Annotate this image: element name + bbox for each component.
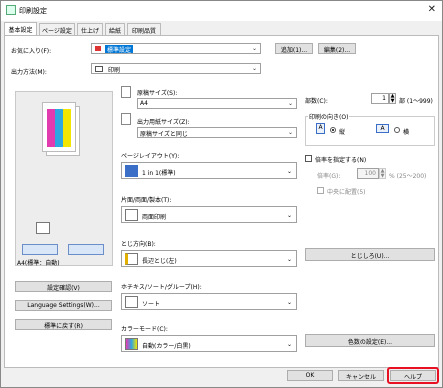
chevron-down-icon: ⌄: [286, 256, 292, 263]
portrait-icon: A: [316, 123, 325, 134]
layout-icon-a[interactable]: [22, 244, 58, 255]
language-settings-button[interactable]: Language Settings(W)...: [15, 300, 112, 311]
copies-unit: 部 (1～999): [399, 98, 433, 105]
printer-icon: [95, 66, 103, 72]
tab-basic-settings[interactable]: 基本設定: [4, 22, 37, 36]
chevron-down-icon: ⌄: [286, 168, 292, 175]
magnification-label: 倍率(G):: [317, 173, 341, 180]
original-size-select[interactable]: A4 ⌄: [137, 98, 297, 109]
preview-stripe-yellow: [63, 109, 71, 147]
preview-page-front: [42, 102, 76, 152]
favorite-icon: [94, 45, 102, 52]
landscape-label: 横: [403, 129, 410, 136]
layout-icon-b[interactable]: [68, 244, 104, 255]
tab-finishing[interactable]: 仕上げ: [77, 23, 103, 35]
duplex-icon: [125, 209, 138, 221]
confirm-settings-button[interactable]: 設定確認(V): [15, 281, 112, 292]
tab-page-settings[interactable]: ページ設定: [39, 23, 75, 35]
binding-value: 長辺とじ(左): [142, 258, 177, 265]
landscape-icon: A: [376, 124, 389, 133]
window-title: 印刷設定: [19, 7, 47, 15]
title-bar: 印刷設定 ✕: [1, 1, 442, 21]
page-preview: A4(標準：自動): [15, 91, 113, 267]
printer-icon: [6, 5, 16, 15]
color-mode-label: カラーモード(C):: [121, 326, 168, 333]
output-paper-size-label: 出力用紙サイズ(Z):: [137, 119, 190, 126]
color-settings-button[interactable]: 色数の設定(E)...: [305, 334, 435, 347]
center-label: 中央に配置(5): [327, 189, 366, 196]
orientation-label: 印刷の向き(O): [308, 112, 350, 121]
original-size-value: A4: [140, 100, 148, 107]
binding-margin-button[interactable]: とじしろ(U)...: [305, 248, 435, 261]
color-auto-icon: [125, 338, 138, 350]
edit-favorite-button[interactable]: 編集(2)...: [318, 43, 356, 54]
page-layout-select[interactable]: 1 in 1(標準) ⌄: [121, 162, 297, 179]
copies-spinner[interactable]: ▲ ▼: [389, 93, 396, 104]
print-settings-window: 印刷設定 ✕ 基本設定 ページ設定 仕上げ 給紙 印刷品質 お気に入り(F): …: [0, 0, 443, 388]
copies-stack-icon: [36, 222, 50, 234]
tab-paper-source[interactable]: 給紙: [105, 23, 125, 35]
color-mode-select[interactable]: 自動(カラー/白黒) ⌄: [121, 335, 297, 352]
output-method-value: 印刷: [108, 67, 121, 74]
magnification-checkbox[interactable]: [305, 155, 312, 162]
portrait-radio[interactable]: [330, 127, 336, 133]
page-layout-label: ページレイアウト(Y):: [121, 153, 180, 160]
binding-select[interactable]: 長辺とじ(左) ⌄: [121, 250, 297, 267]
magnification-checkbox-label: 倍率を指定する(N): [315, 157, 367, 164]
output-paper-icon: [121, 113, 131, 125]
duplex-label: 片面/両面/製本(T):: [121, 197, 172, 204]
output-method-select[interactable]: 印刷 ⌄: [91, 63, 261, 74]
chevron-down-icon: ⌄: [286, 299, 292, 306]
close-icon[interactable]: ✕: [428, 4, 436, 15]
duplex-value: 両面印刷: [142, 214, 167, 221]
center-checkbox[interactable]: [317, 187, 324, 194]
portrait-label: 縦: [339, 129, 346, 136]
chevron-down-icon: ⌄: [251, 45, 257, 52]
favorites-label: お気に入り(F):: [11, 48, 52, 55]
chevron-down-icon: ⌄: [287, 129, 293, 136]
finishing-value: ソート: [142, 301, 161, 308]
preview-stripe-cyan: [55, 109, 63, 147]
output-method-label: 出力方法(M):: [11, 69, 47, 76]
copies-label: 部数(C):: [305, 98, 328, 105]
binding-icon: [125, 253, 138, 265]
magnification-unit: % (25～200): [389, 173, 427, 180]
restore-defaults-button[interactable]: 標準に戻す(R): [15, 319, 112, 330]
binding-label: とじ方向(B):: [121, 241, 156, 248]
preview-caption: A4(標準：自動): [17, 260, 60, 267]
chevron-down-icon: ⌄: [287, 100, 293, 107]
preview-stripe-magenta: [47, 109, 55, 147]
cancel-button[interactable]: キャンセル: [338, 370, 384, 381]
duplex-select[interactable]: 両面印刷 ⌄: [121, 206, 297, 223]
add-favorite-button[interactable]: 追加(1)...: [275, 43, 313, 54]
output-paper-size-select[interactable]: 原稿サイズと同じ ⌄: [137, 127, 297, 138]
magnification-spinner[interactable]: ▲ ▼: [379, 168, 386, 179]
original-size-label: 原稿サイズ(S):: [137, 90, 178, 97]
original-size-icon: [121, 86, 131, 98]
page-layout-value: 1 in 1(標準): [142, 170, 176, 177]
ok-button[interactable]: OK: [287, 370, 333, 381]
chevron-down-icon: ⌄: [251, 65, 257, 72]
settings-panel: お気に入り(F): 標準設定 ⌄ 追加(1)... 編集(2)... 出力方法(…: [4, 35, 439, 368]
finishing-select[interactable]: ソート ⌄: [121, 293, 297, 310]
output-paper-size-value: 原稿サイズと同じ: [140, 131, 188, 138]
favorites-select[interactable]: 標準設定 ⌄: [91, 43, 261, 54]
landscape-radio[interactable]: [394, 127, 400, 133]
tab-print-quality[interactable]: 印刷品質: [127, 23, 161, 35]
magnification-input[interactable]: 100: [357, 168, 379, 179]
finishing-label: ホチキス/ソート/グループ(H):: [121, 284, 202, 291]
one-in-one-icon: [125, 165, 138, 177]
color-mode-value: 自動(カラー/白黒): [142, 343, 191, 350]
favorites-value: 標準設定: [105, 45, 134, 54]
chevron-down-icon: ⌄: [286, 212, 292, 219]
copies-input[interactable]: 1: [371, 93, 389, 104]
help-button[interactable]: ヘルプ: [390, 370, 436, 381]
sort-icon: [125, 296, 138, 308]
copies-value: 1: [382, 95, 386, 102]
magnification-value: 100: [364, 170, 376, 177]
chevron-down-icon: ⌄: [286, 341, 292, 348]
